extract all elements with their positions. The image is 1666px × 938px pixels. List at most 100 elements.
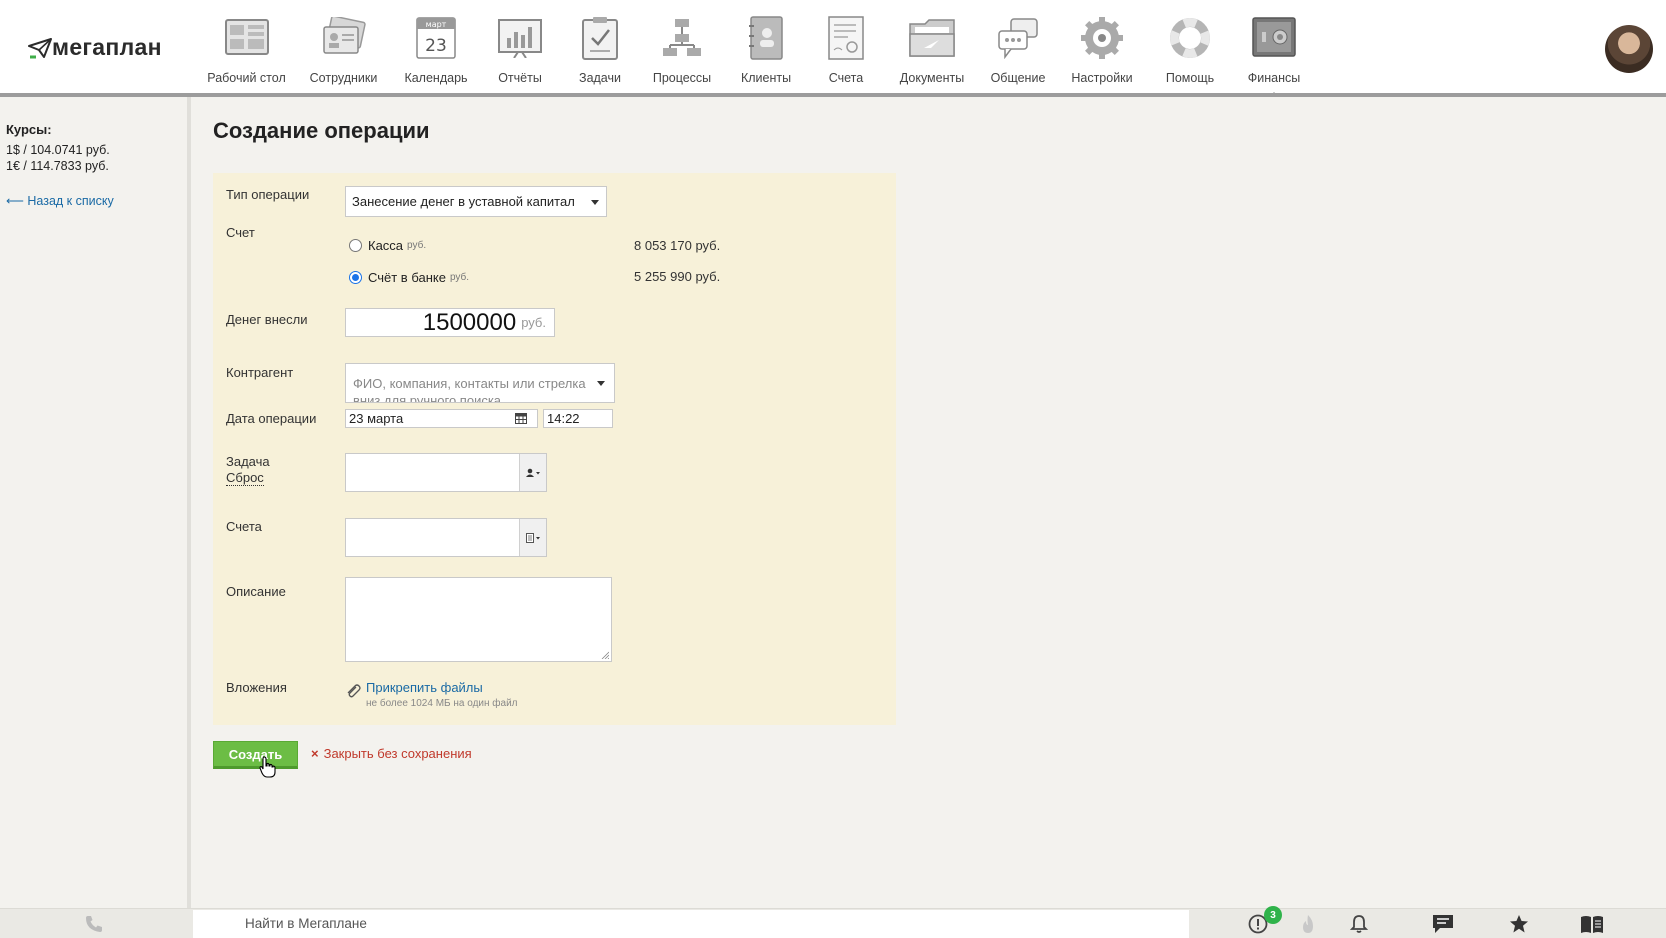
account-balance-cash: 8 053 170 руб.	[634, 238, 721, 253]
date-value: 23 марта	[349, 411, 404, 426]
description-textarea[interactable]	[345, 577, 612, 662]
attach-files-link[interactable]: Прикрепить файлы	[366, 680, 483, 695]
star-icon[interactable]	[1509, 914, 1529, 934]
nav-settings[interactable]: Настройки	[1058, 14, 1146, 85]
date-input[interactable]: 23 марта	[345, 409, 538, 428]
chevron-down-icon[interactable]	[597, 381, 605, 386]
radio-button-selected[interactable]	[349, 271, 362, 284]
nav-employees[interactable]: Сотрудники	[293, 14, 394, 85]
phone-icon[interactable]	[85, 915, 103, 933]
resize-grip-icon[interactable]	[601, 651, 609, 659]
contractor-label: Контрагент	[226, 365, 294, 380]
task-input[interactable]	[345, 453, 547, 492]
money-value: 1500000	[422, 308, 517, 336]
processes-icon	[638, 14, 726, 62]
nav-label: Документы	[899, 71, 965, 85]
nav-documents[interactable]: Документы	[886, 14, 978, 85]
operation-type-select[interactable]: Занесение денег в уставной капитал	[345, 186, 607, 217]
nav-invoices[interactable]: Счета	[806, 14, 886, 85]
logo-text: мегаплан	[52, 34, 162, 60]
page-title: Создание операции	[213, 118, 430, 143]
book-icon[interactable]	[1580, 914, 1604, 934]
clients-icon	[726, 14, 806, 62]
task-reset-link[interactable]: Сброс	[226, 471, 264, 486]
messages-icon[interactable]	[1432, 914, 1454, 934]
megaplan-logo[interactable]: мегаплан	[28, 34, 162, 61]
nav-calendar[interactable]: март 23 Календарь	[394, 14, 478, 85]
bell-icon[interactable]	[1350, 914, 1368, 934]
nav-label: Настройки	[1071, 71, 1133, 85]
calendar-small-icon[interactable]	[515, 413, 527, 424]
bottom-bar: Найти в Мегаплане 3	[0, 906, 1666, 938]
close-without-saving-link[interactable]: × Закрыть без сохранения	[311, 746, 472, 761]
operation-form: Тип операции Занесение денег в уставной …	[213, 173, 896, 725]
account-name: Счёт в банке	[368, 270, 446, 285]
account-balance-bank: 5 255 990 руб.	[634, 269, 721, 284]
invoices-label: Счета	[226, 519, 262, 534]
nav-chat[interactable]: Общение	[978, 14, 1058, 85]
nav-label: Помощь	[1165, 71, 1215, 85]
operation-type-label: Тип операции	[226, 187, 310, 202]
operation-type-value: Занесение денег в уставной капитал	[352, 194, 575, 209]
svg-text:март: март	[426, 20, 447, 29]
rates-title: Курсы:	[6, 122, 52, 137]
settings-icon	[1058, 14, 1146, 62]
money-label: Денег внесли	[226, 312, 308, 327]
hand-cursor-icon	[259, 756, 276, 778]
nav-label: Сотрудники	[309, 71, 378, 85]
document-picker-icon	[526, 532, 540, 543]
task-picker-button[interactable]	[519, 454, 546, 491]
invoices-picker-button[interactable]	[519, 519, 546, 556]
money-currency: руб.	[521, 315, 546, 330]
fire-icon[interactable]	[1299, 914, 1317, 934]
invoices-input[interactable]	[345, 518, 547, 557]
reports-icon	[478, 14, 562, 62]
time-value: 14:22	[547, 411, 580, 426]
contractor-input[interactable]: ФИО, компания, контакты или стрелка вниз…	[345, 363, 615, 403]
create-button[interactable]: Создать	[213, 741, 298, 769]
invoices-icon	[806, 14, 886, 62]
account-label: Счет	[226, 225, 255, 240]
global-search-input[interactable]: Найти в Мегаплане	[193, 910, 1189, 938]
time-input[interactable]: 14:22	[543, 409, 613, 428]
tasks-icon	[562, 14, 638, 62]
account-option-cash[interactable]: Касса руб.	[349, 238, 426, 253]
radio-button[interactable]	[349, 239, 362, 252]
search-placeholder: Найти в Мегаплане	[245, 916, 367, 931]
finance-safe-icon	[1234, 14, 1314, 62]
main-nav: Рабочий стол Сотрудники март 23 Календарь…	[200, 14, 1314, 97]
nav-finance[interactable]: Финансы	[1234, 14, 1314, 97]
paperclip-icon	[347, 684, 361, 698]
nav-clients[interactable]: Клиенты	[726, 14, 806, 85]
nav-desktop[interactable]: Рабочий стол	[200, 14, 293, 85]
employees-icon	[293, 14, 394, 62]
alerts-count-badge: 3	[1264, 906, 1282, 924]
nav-processes[interactable]: Процессы	[638, 14, 726, 85]
nav-help[interactable]: Помощь	[1146, 14, 1234, 85]
nav-label: Отчёты	[498, 71, 542, 85]
close-icon: ×	[311, 746, 319, 761]
rate-eur: 1€ / 114.7833 руб.	[6, 159, 109, 173]
user-picker-icon	[526, 468, 540, 477]
nav-label: Финансы	[1247, 71, 1301, 85]
lifebuoy-icon	[1146, 14, 1234, 62]
description-label: Описание	[226, 584, 286, 599]
back-to-list-link[interactable]: ⟵ Назад к списку	[6, 193, 114, 208]
nav-label: Задачи	[579, 71, 621, 85]
user-avatar[interactable]	[1605, 25, 1653, 73]
rate-usd: 1$ / 104.0741 руб.	[6, 143, 110, 157]
account-currency: руб.	[407, 240, 427, 251]
account-option-bank[interactable]: Счёт в банке руб.	[349, 270, 469, 285]
chat-icon	[978, 14, 1058, 62]
account-currency: руб.	[449, 272, 470, 283]
task-label: Задача	[226, 454, 270, 469]
attachments-label: Вложения	[226, 680, 287, 695]
nav-tasks[interactable]: Задачи	[562, 14, 638, 85]
nav-reports[interactable]: Отчёты	[478, 14, 562, 85]
documents-icon	[886, 14, 978, 62]
close-label: Закрыть без сохранения	[323, 746, 472, 761]
date-label: Дата операции	[226, 411, 317, 426]
svg-text:23: 23	[425, 36, 447, 56]
money-input[interactable]: 1500000 руб.	[345, 308, 555, 337]
nav-label: Рабочий стол	[207, 71, 286, 85]
